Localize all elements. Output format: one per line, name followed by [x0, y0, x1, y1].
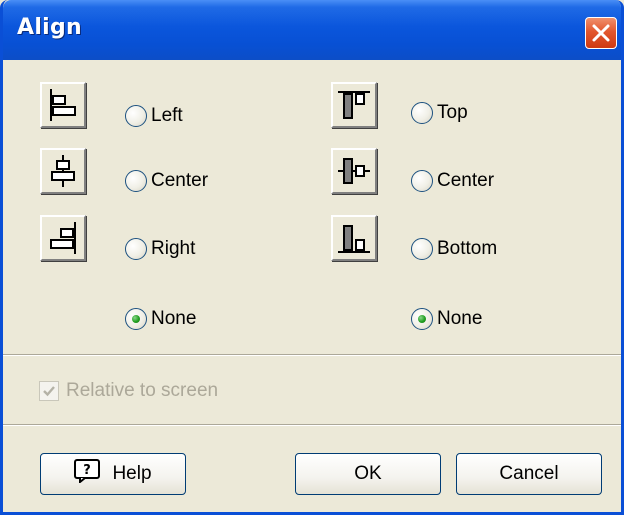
align-center-vertical-icon: [338, 158, 370, 184]
cancel-button[interactable]: Cancel: [456, 453, 602, 495]
ok-label: OK: [354, 463, 382, 484]
window-title: Align: [17, 15, 83, 40]
align-dialog: Align Left Center Right None Top Center …: [0, 0, 624, 515]
align-left-button[interactable]: [40, 82, 86, 128]
align-bottom-icon: [338, 225, 370, 253]
radio-vertical-top[interactable]: Top: [411, 100, 468, 126]
align-right-button[interactable]: [40, 215, 86, 261]
radio-horizontal-none[interactable]: None: [125, 306, 196, 332]
help-label: Help: [112, 463, 152, 484]
align-center-horizontal-icon: [51, 155, 75, 187]
align-left-icon: [50, 89, 76, 121]
checkbox-box[interactable]: [39, 381, 59, 401]
checkmark-icon: [43, 386, 55, 397]
align-center-vertical-button[interactable]: [331, 148, 377, 194]
help-icon: ?: [74, 459, 104, 489]
align-top-button[interactable]: [331, 82, 377, 128]
relative-to-screen-checkbox[interactable]: Relative to screen: [39, 380, 218, 402]
align-top-icon: [338, 91, 370, 119]
help-button[interactable]: ? Help: [40, 453, 186, 495]
radio-horizontal-right[interactable]: Right: [125, 236, 195, 262]
radio-vertical-bottom[interactable]: Bottom: [411, 236, 497, 262]
radio-horizontal-center[interactable]: Center: [125, 168, 208, 194]
radio-label: None: [151, 308, 197, 329]
close-button[interactable]: [585, 17, 617, 49]
radio-circle[interactable]: [411, 308, 433, 330]
separator: [3, 424, 621, 426]
radio-circle[interactable]: [411, 170, 433, 192]
cancel-label: Cancel: [499, 463, 559, 484]
radio-selected-dot: [132, 315, 140, 323]
svg-text:?: ?: [84, 463, 92, 478]
ok-button[interactable]: OK: [295, 453, 441, 495]
radio-circle[interactable]: [125, 308, 147, 330]
radio-label: Top: [437, 102, 468, 123]
radio-selected-dot: [418, 315, 426, 323]
radio-circle[interactable]: [411, 102, 433, 124]
radio-label: Center: [437, 170, 495, 191]
radio-circle[interactable]: [125, 105, 147, 127]
close-icon: [592, 24, 610, 42]
radio-label: None: [437, 308, 483, 329]
separator: [3, 354, 621, 356]
radio-vertical-none[interactable]: None: [411, 306, 482, 332]
align-right-icon: [50, 222, 76, 254]
dialog-body: Left Center Right None Top Center Bottom…: [3, 60, 621, 512]
radio-label: Left: [151, 105, 183, 126]
radio-label: Bottom: [437, 238, 498, 259]
checkbox-label: Relative to screen: [66, 380, 219, 401]
radio-label: Right: [151, 238, 196, 259]
align-bottom-button[interactable]: [331, 215, 377, 261]
align-center-horizontal-button[interactable]: [40, 148, 86, 194]
radio-vertical-center[interactable]: Center: [411, 168, 494, 194]
title-bar[interactable]: Align: [3, 0, 621, 60]
radio-circle[interactable]: [411, 238, 433, 260]
radio-circle[interactable]: [125, 170, 147, 192]
radio-horizontal-left[interactable]: Left: [125, 103, 183, 129]
radio-label: Center: [151, 170, 209, 191]
radio-circle[interactable]: [125, 238, 147, 260]
